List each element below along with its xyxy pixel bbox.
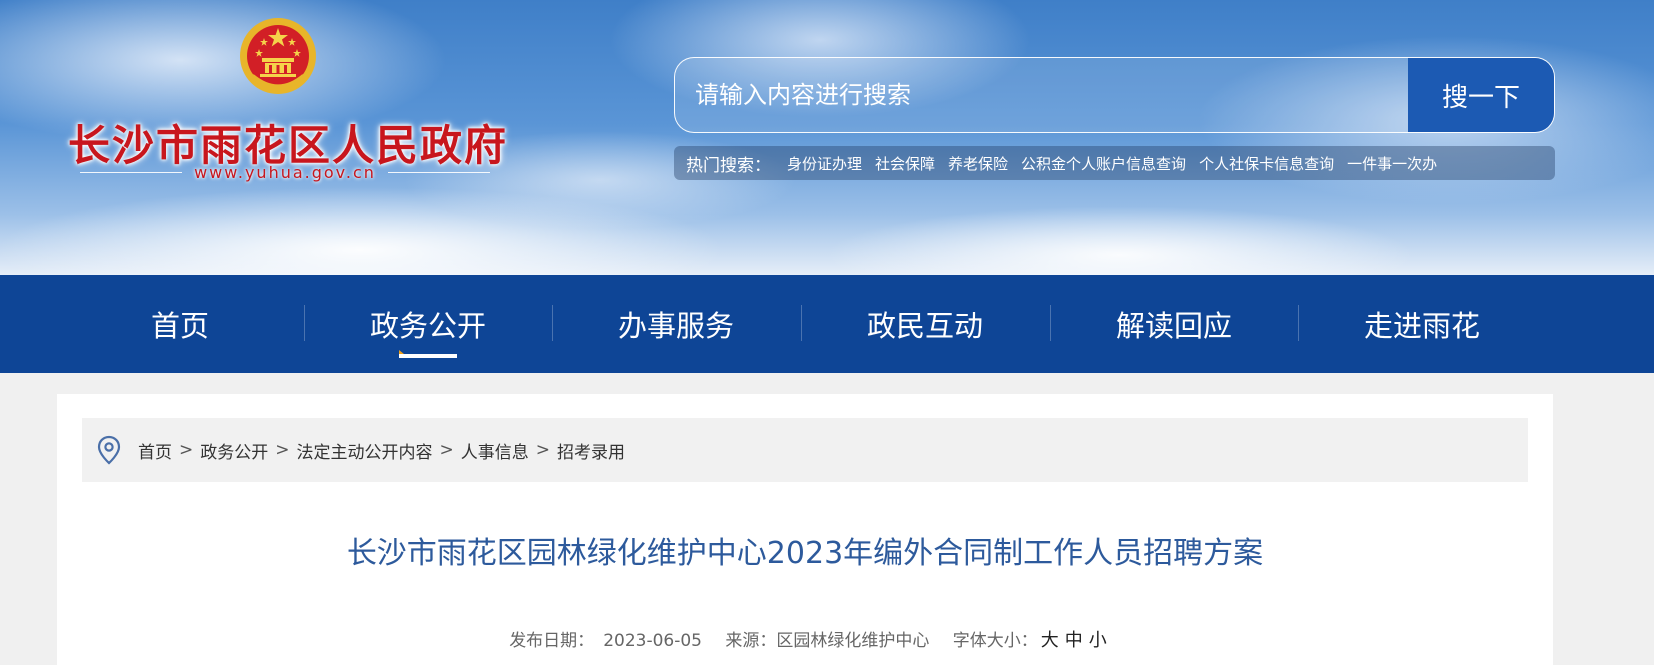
breadcrumb-separator: > — [275, 440, 290, 460]
search-button[interactable]: 搜一下 — [1408, 58, 1554, 132]
nav-item-government-affairs[interactable]: 政务公开 — [304, 275, 552, 373]
breadcrumb-home[interactable]: 首页 — [138, 438, 172, 463]
date-label: 发布日期： — [509, 631, 595, 651]
nav-item-interaction[interactable]: 政民互动 — [801, 275, 1049, 373]
hot-search-bar: 热门搜索： 身份证办理 社会保障 养老保险 公积金个人账户信息查询 个人社保卡信… — [674, 146, 1555, 180]
article-title: 长沙市雨花区园林绿化维护中心2023年编外合同制工作人员招聘方案 — [346, 536, 1264, 571]
publish-date: 2023-06-05 — [603, 631, 702, 651]
search-input[interactable] — [675, 58, 1408, 132]
nav-item-home[interactable]: 首页 — [56, 275, 304, 373]
site-url: www.yuhua.gov.cn — [194, 162, 376, 182]
hot-search-item[interactable]: 一件事一次办 — [1347, 153, 1437, 174]
main-nav: 首页 政务公开 办事服务 政民互动 解读回应 走进雨花 — [0, 275, 1654, 373]
breadcrumb-personnel-info[interactable]: 人事信息 — [461, 438, 529, 463]
font-size-medium[interactable]: 中 — [1065, 630, 1083, 651]
source-value: 区园林绿化维护中心 — [776, 631, 930, 651]
site-url-row: www.yuhua.gov.cn — [80, 162, 491, 182]
active-nav-underline — [399, 354, 457, 358]
breadcrumb-separator: > — [179, 440, 194, 460]
url-divider-left — [80, 171, 183, 173]
url-divider-right — [387, 171, 491, 173]
hot-search-item[interactable]: 个人社保卡信息查询 — [1199, 153, 1334, 174]
hot-search-item[interactable]: 养老保险 — [948, 153, 1008, 174]
content-panel: 首页 > 政务公开 > 法定主动公开内容 > 人事信息 > 招考录用 长沙市雨花… — [57, 394, 1553, 665]
font-size-large[interactable]: 大 — [1041, 630, 1059, 651]
breadcrumb-separator: > — [439, 440, 454, 460]
location-pin-icon — [97, 435, 121, 465]
breadcrumb-government-affairs[interactable]: 政务公开 — [200, 438, 268, 463]
nav-item-about-yuhua[interactable]: 走进雨花 — [1298, 275, 1546, 373]
source-label: 来源： — [725, 631, 777, 651]
hot-search-label: 热门搜索： — [686, 155, 771, 176]
font-size-small[interactable]: 小 — [1089, 630, 1107, 651]
nav-item-interpretation[interactable]: 解读回应 — [1050, 275, 1298, 373]
header-banner: 长沙市雨花区人民政府 www.yuhua.gov.cn 搜一下 热门搜索： 身份… — [0, 0, 1654, 275]
hot-search-item[interactable]: 身份证办理 — [787, 153, 862, 174]
hot-search-item[interactable]: 公积金个人账户信息查询 — [1021, 153, 1186, 174]
nav-item-services[interactable]: 办事服务 — [552, 275, 800, 373]
hot-search-item[interactable]: 社会保障 — [875, 153, 935, 174]
breadcrumb-statutory-content[interactable]: 法定主动公开内容 — [297, 438, 433, 463]
breadcrumb-separator: > — [535, 440, 550, 460]
font-size-label: 字体大小： — [952, 631, 1038, 651]
breadcrumb-recruitment[interactable]: 招考录用 — [557, 438, 625, 463]
national-emblem-icon — [240, 18, 316, 94]
search-box: 搜一下 — [674, 57, 1555, 133]
article-meta: 发布日期： 2023-06-05 来源：区园林绿化维护中心 字体大小：大中小 — [57, 626, 1553, 652]
breadcrumb: 首页 > 政务公开 > 法定主动公开内容 > 人事信息 > 招考录用 — [82, 418, 1528, 482]
